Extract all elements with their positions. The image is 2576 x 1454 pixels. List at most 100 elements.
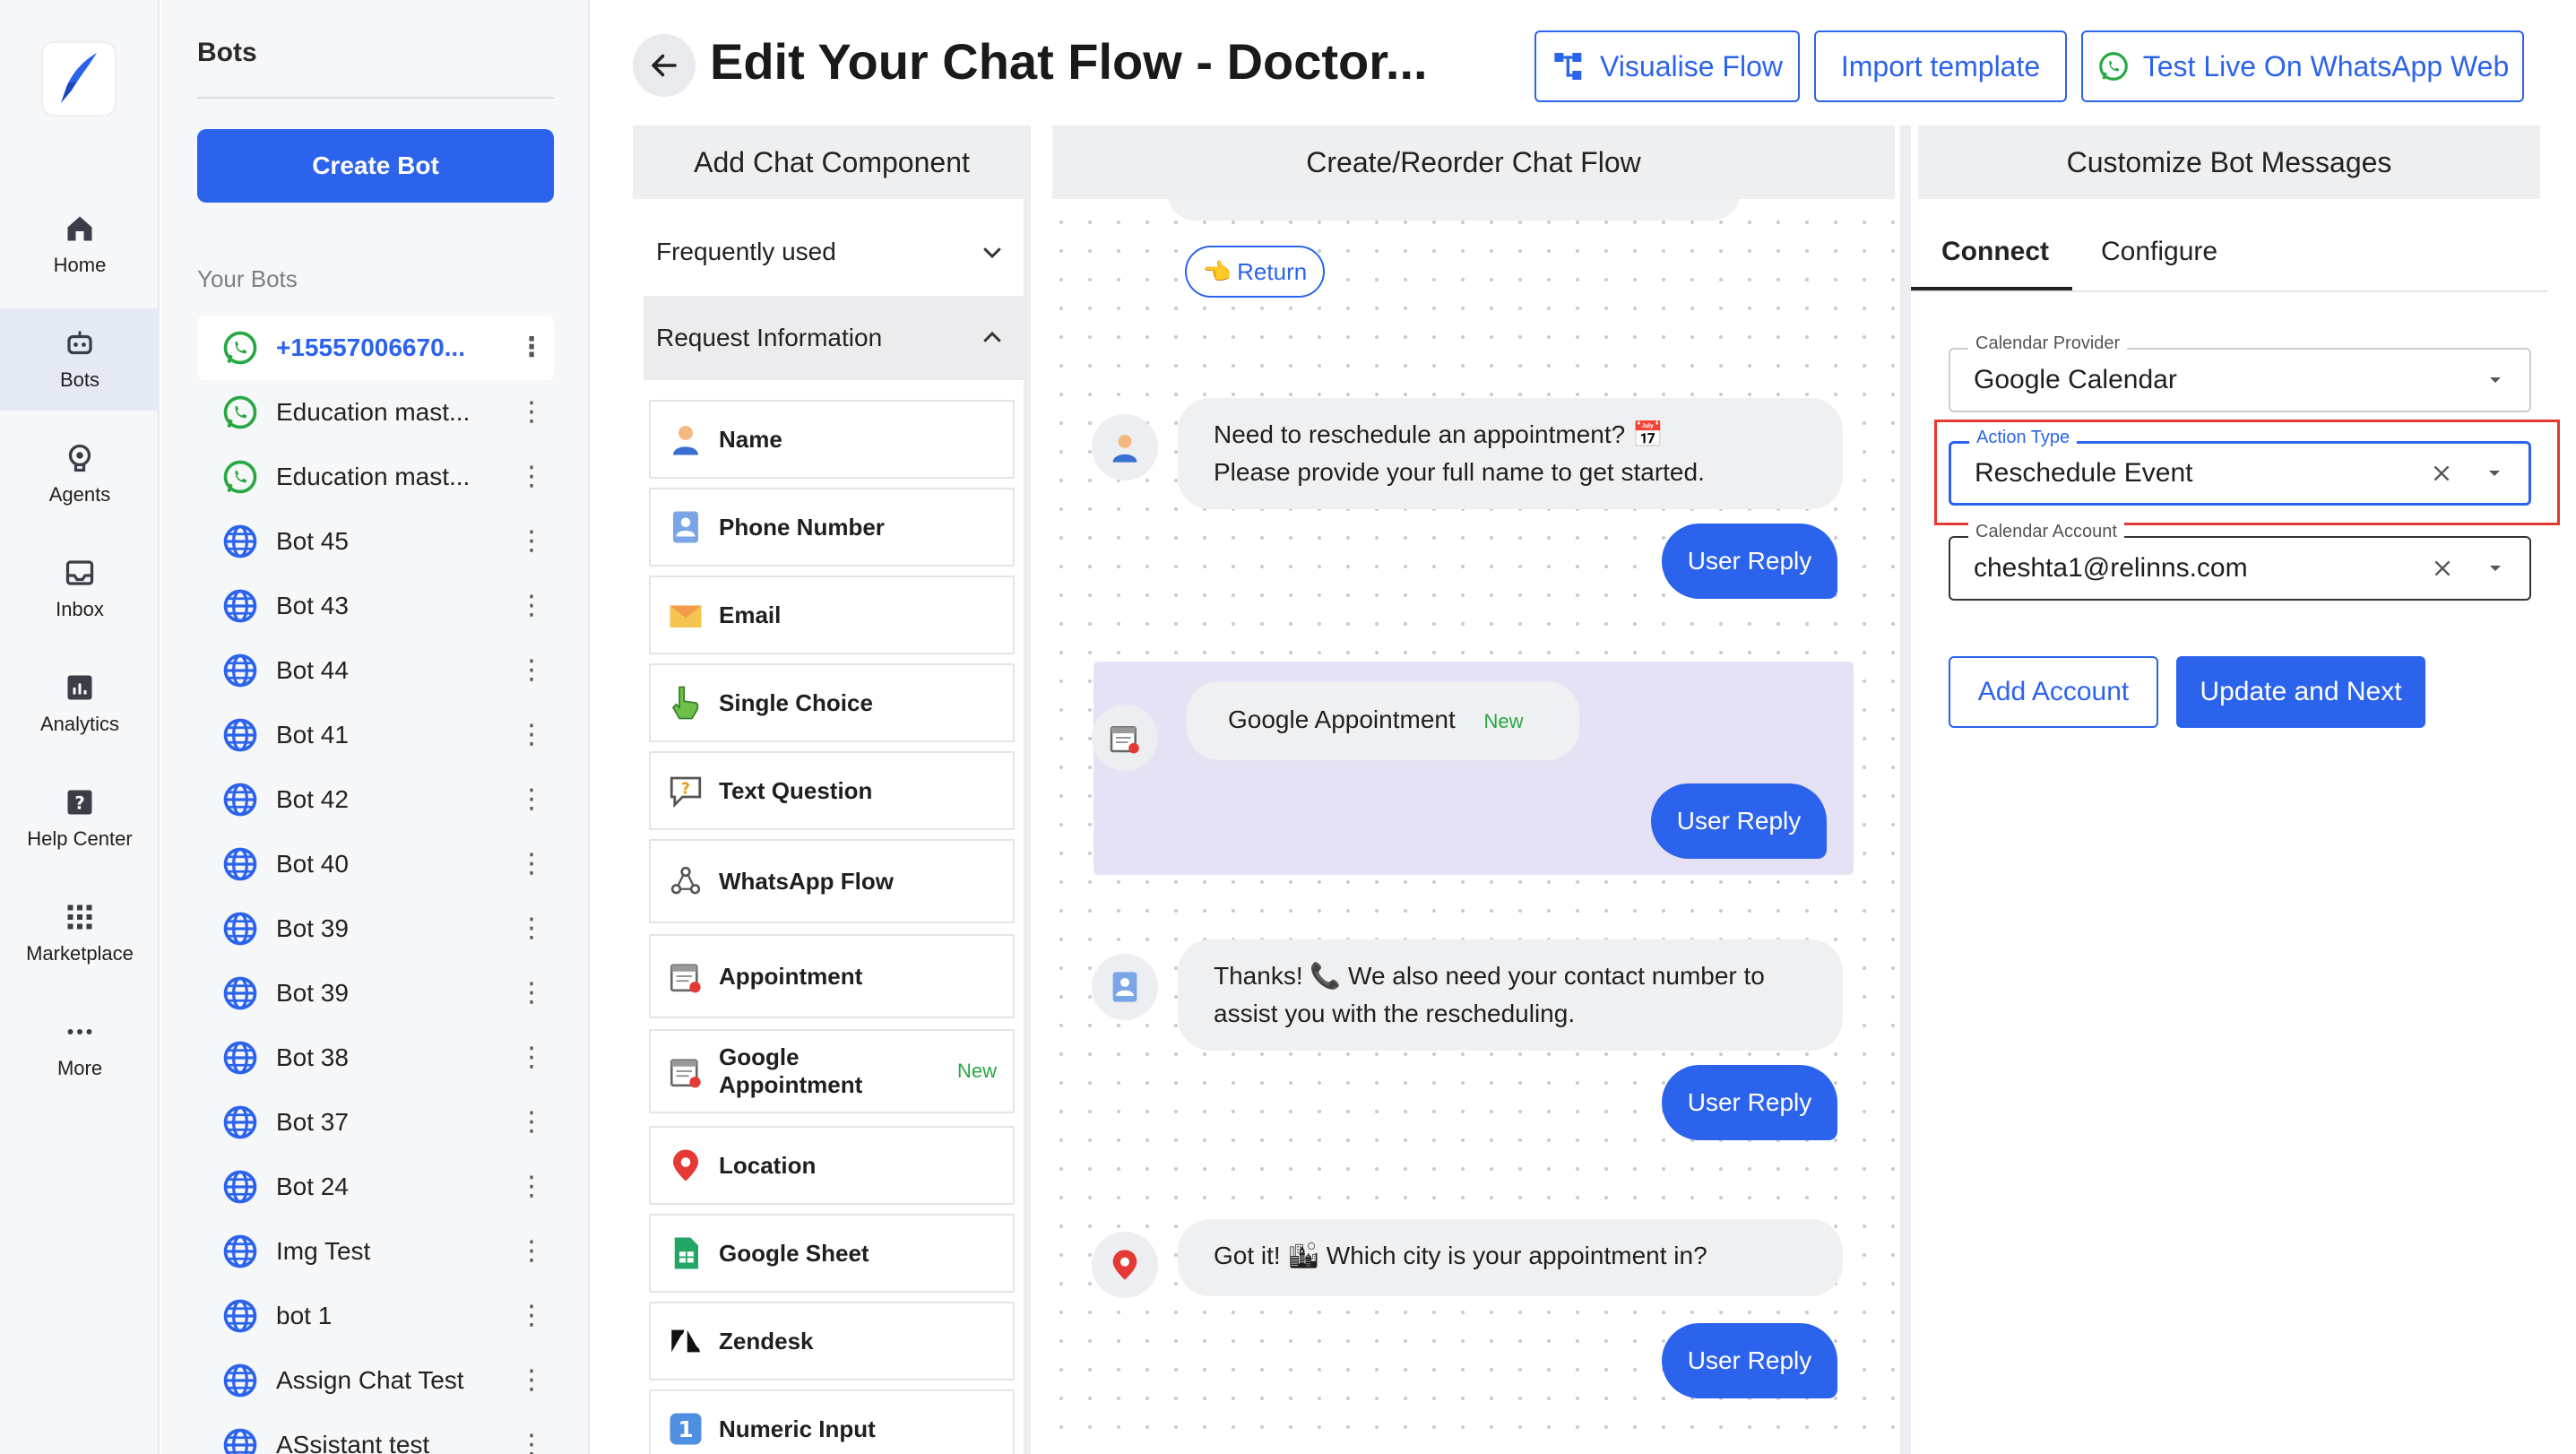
bot-list-item[interactable]: Img Test ⋮ <box>197 1219 554 1284</box>
component-phone-number[interactable]: Phone Number <box>649 488 1015 567</box>
bot-list-item[interactable]: +15557006670... ⋮ <box>197 316 554 380</box>
user-reply-button[interactable]: User Reply <box>1662 1065 1837 1140</box>
calendar-provider-select[interactable]: Calendar Provider Google Calendar <box>1949 333 2531 412</box>
bot-list-item[interactable]: Bot 43 ⋮ <box>197 574 554 638</box>
person-icon <box>1092 414 1158 480</box>
nav-home[interactable]: Home <box>0 194 160 296</box>
bot-message[interactable]: Google Appointment New <box>1187 681 1579 760</box>
kebab-menu-icon[interactable]: ⋮ <box>518 657 545 684</box>
dropdown-arrow-icon[interactable] <box>2485 369 2506 391</box>
component-google-appointment[interactable]: Google Appointment New <box>649 1029 1015 1113</box>
kebab-menu-icon[interactable]: ⋮ <box>518 1367 545 1394</box>
bot-list-item[interactable]: Bot 42 ⋮ <box>197 767 554 832</box>
bot-list-item[interactable]: Bot 37 ⋮ <box>197 1090 554 1155</box>
kebab-menu-icon[interactable]: ⋮ <box>518 334 545 361</box>
kebab-menu-icon[interactable]: ⋮ <box>518 1432 545 1454</box>
kebab-menu-icon[interactable]: ⋮ <box>518 1109 545 1136</box>
bot-message[interactable]: Need to reschedule an appointment? 📅 Ple… <box>1178 398 1843 509</box>
visualise-flow-label: Visualise Flow <box>1600 49 1783 82</box>
component-appointment[interactable]: Appointment <box>649 934 1015 1018</box>
user-reply-button[interactable]: User Reply <box>1651 783 1827 859</box>
svg-text:?: ? <box>74 793 84 814</box>
bot-list-item[interactable]: Bot 41 ⋮ <box>197 703 554 767</box>
globe-icon <box>220 586 260 626</box>
import-template-button[interactable]: Import template <box>1814 30 2067 102</box>
bot-list-item[interactable]: Bot 39 ⋮ <box>197 896 554 961</box>
bot-list-item[interactable]: Bot 39 ⋮ <box>197 961 554 1026</box>
calendar-account-select[interactable]: Calendar Account cheshta1@relinns.com <box>1949 522 2531 601</box>
nav-label: Bots <box>59 368 100 391</box>
section-request-information[interactable]: Request Information <box>644 296 1024 380</box>
kebab-menu-icon[interactable]: ⋮ <box>518 1044 545 1071</box>
bot-list-item[interactable]: Education mast... ⋮ <box>197 445 554 509</box>
bot-list-item[interactable]: Bot 24 ⋮ <box>197 1155 554 1219</box>
bot-name: Img Test <box>276 1237 371 1265</box>
nav-agents[interactable]: Agents <box>0 423 160 525</box>
kebab-menu-icon[interactable]: ⋮ <box>518 915 545 942</box>
bot-list-item[interactable]: Assign Chat Test ⋮ <box>197 1348 554 1413</box>
component-google-sheet[interactable]: Google Sheet <box>649 1214 1015 1293</box>
kebab-menu-icon[interactable]: ⋮ <box>518 851 545 878</box>
app-logo[interactable] <box>41 41 117 117</box>
kebab-menu-icon[interactable]: ⋮ <box>518 1173 545 1200</box>
nav-more[interactable]: More <box>0 997 160 1099</box>
clear-icon[interactable] <box>2431 557 2454 580</box>
kebab-menu-icon[interactable]: ⋮ <box>518 722 545 749</box>
action-type-select[interactable]: Action Type Reschedule Event <box>1949 428 2531 506</box>
nav-marketplace[interactable]: Marketplace <box>0 882 160 984</box>
visualise-flow-button[interactable]: Visualise Flow <box>1534 30 1800 102</box>
user-reply-button[interactable]: User Reply <box>1662 524 1837 599</box>
update-and-next-button[interactable]: Update and Next <box>2176 656 2425 728</box>
section-label: Request Information <box>656 324 883 351</box>
dropdown-arrow-icon[interactable] <box>2484 463 2505 484</box>
bot-name: Bot 24 <box>276 1173 349 1200</box>
tab-configure[interactable]: Configure <box>2101 237 2217 267</box>
nav-inbox[interactable]: Inbox <box>0 538 160 640</box>
bot-list-item[interactable]: Bot 44 ⋮ <box>197 638 554 703</box>
message-line: assist you with the rescheduling. <box>1214 1000 1576 1027</box>
bot-list-item[interactable]: Bot 38 ⋮ <box>197 1026 554 1090</box>
globe-icon <box>220 1296 260 1336</box>
nav-analytics[interactable]: Analytics <box>0 653 160 755</box>
kebab-menu-icon[interactable]: ⋮ <box>518 528 545 555</box>
bot-message[interactable]: Got it! 🏙 Which city is your appointment… <box>1178 1219 1843 1296</box>
kebab-menu-icon[interactable]: ⋮ <box>518 1303 545 1329</box>
kebab-menu-icon[interactable]: ⋮ <box>518 593 545 619</box>
kebab-menu-icon[interactable]: ⋮ <box>518 399 545 426</box>
bot-list-item[interactable]: bot 1 ⋮ <box>197 1284 554 1348</box>
component-email[interactable]: Email <box>649 576 1015 654</box>
section-frequently-used[interactable]: Frequently used <box>644 210 1024 294</box>
back-button[interactable] <box>633 34 696 97</box>
user-reply-button[interactable]: User Reply <box>1662 1323 1837 1398</box>
tab-connect[interactable]: Connect <box>1941 237 2049 267</box>
nav-help-center[interactable]: ? Help Center <box>0 767 160 870</box>
component-single-choice[interactable]: Single Choice <box>649 663 1015 742</box>
kebab-menu-icon[interactable]: ⋮ <box>518 980 545 1007</box>
add-account-button[interactable]: Add Account <box>1949 656 2158 728</box>
return-pill[interactable]: 👈 Return <box>1185 246 1325 298</box>
component-location[interactable]: Location <box>649 1126 1015 1205</box>
kebab-menu-icon[interactable]: ⋮ <box>518 463 545 490</box>
bot-message[interactable]: Thanks! 📞 We also need your contact numb… <box>1178 939 1843 1051</box>
flow-canvas[interactable]: 👈 Return Need to reschedule an appointme… <box>1042 199 1900 1454</box>
bot-name: +15557006670... <box>276 333 465 361</box>
bot-list-item[interactable]: Bot 40 ⋮ <box>197 832 554 896</box>
create-bot-button[interactable]: Create Bot <box>197 129 554 203</box>
bot-list-item[interactable]: ASsistant test ⋮ <box>197 1413 554 1454</box>
arrow-left-icon <box>652 54 677 77</box>
nav-bots[interactable]: Bots <box>0 308 160 411</box>
component-name[interactable]: Name <box>649 400 1015 479</box>
component-zendesk[interactable]: Zendesk <box>649 1302 1015 1380</box>
component-numeric-input[interactable]: 1 Numeric Input <box>649 1389 1015 1454</box>
test-live-whatsapp-button[interactable]: Test Live On WhatsApp Web <box>2081 30 2524 102</box>
components-column-header: Add Chat Component <box>633 125 1031 199</box>
dropdown-arrow-icon[interactable] <box>2485 558 2506 579</box>
bot-list-item[interactable]: Education mast... ⋮ <box>197 380 554 445</box>
component-whatsapp-flow[interactable]: WhatsApp Flow <box>649 839 1015 923</box>
bot-list-item[interactable]: Bot 45 ⋮ <box>197 509 554 574</box>
component-text-question[interactable]: ? Text Question <box>649 751 1015 830</box>
component-label: Numeric Input <box>719 1415 876 1442</box>
kebab-menu-icon[interactable]: ⋮ <box>518 1238 545 1265</box>
kebab-menu-icon[interactable]: ⋮ <box>518 786 545 813</box>
clear-icon[interactable] <box>2430 462 2453 485</box>
